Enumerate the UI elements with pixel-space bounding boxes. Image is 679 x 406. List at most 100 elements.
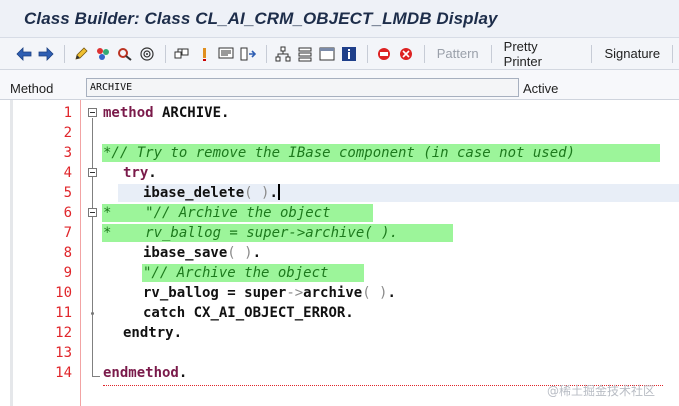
check-syntax-icon[interactable] [93, 43, 114, 65]
test-icon[interactable] [194, 43, 215, 65]
parens: ( ) [362, 285, 388, 301]
code-text: method ARCHIVE. [103, 103, 229, 123]
code-line: 12 endtry. [0, 323, 679, 343]
punctuation: . [269, 185, 278, 201]
code-line: 2 [0, 123, 679, 143]
pretty-printer-button[interactable]: Pretty Printer [498, 39, 586, 69]
line-number: 12 [55, 325, 72, 341]
fold-collapse-icon[interactable] [88, 208, 97, 217]
method-bar: Method ARCHIVE Active [0, 70, 679, 100]
keyword: catch [143, 305, 186, 321]
line-number: 10 [55, 285, 72, 301]
toolbar-separator [164, 44, 166, 63]
fold-marker-dot [91, 312, 94, 315]
code-text: ibase_save( ). [143, 243, 261, 263]
toolbar-separator [265, 44, 267, 63]
line-number: 7 [63, 225, 72, 241]
navigate-icon[interactable] [238, 43, 259, 65]
edit-pencil-icon[interactable] [71, 43, 92, 65]
parens: ( ) [227, 245, 253, 261]
code-line: 10 rv_ballog = super->archive( ). [0, 283, 679, 303]
hierarchy-icon[interactable] [273, 43, 294, 65]
stack-icon[interactable] [295, 43, 316, 65]
identifier: ARCHIVE. [153, 105, 230, 121]
identifier: super [244, 285, 287, 301]
keyword: try [123, 165, 149, 181]
comment-text: * rv_ballog = super->archive( ). [103, 225, 399, 241]
code-text: endtry. [123, 323, 182, 343]
line-number: 2 [63, 125, 72, 141]
toolbar-separator [423, 44, 425, 63]
signature-button[interactable]: Signature [598, 46, 666, 61]
line-number: 8 [63, 245, 72, 261]
line-number: 13 [55, 345, 72, 361]
method-status: Active [523, 81, 559, 96]
line-number: 5 [63, 185, 72, 201]
punctuation: . [148, 165, 157, 181]
identifier: CX_AI_OBJECT_ERROR. [185, 305, 354, 321]
code-text: endmethod. [103, 363, 187, 383]
code-line: 4 try. [0, 163, 679, 183]
line-number: 14 [55, 365, 72, 381]
code-line: 9 "// Archive the object [0, 263, 679, 283]
info-icon[interactable] [339, 43, 360, 65]
code-line: 7 * rv_ballog = super->archive( ). [0, 223, 679, 243]
code-line: 3 *// Try to remove the IBase component … [0, 143, 679, 163]
line-number: 4 [63, 165, 72, 181]
line-number: 3 [63, 145, 72, 161]
toolbar: Pattern Pretty Printer Signature [0, 38, 679, 70]
code-line: 8 ibase_save( ). [0, 243, 679, 263]
toolbar-separator [672, 44, 674, 63]
line-number: 11 [55, 305, 72, 321]
code-line: 11 catch CX_AI_OBJECT_ERROR. [0, 303, 679, 323]
window-icon[interactable] [317, 43, 338, 65]
other-object-icon[interactable] [172, 43, 193, 65]
keyword: method [103, 105, 154, 121]
punctuation: . [252, 245, 262, 261]
code-line: 6 * "// Archive the object [0, 203, 679, 223]
code-line: 1 method ARCHIVE. [0, 103, 679, 123]
identifier: archive [303, 285, 363, 301]
window-title: Class Builder: Class CL_AI_CRM_OBJECT_LM… [24, 8, 498, 28]
forward-icon[interactable] [36, 43, 57, 65]
toolbar-separator [591, 44, 593, 63]
comment-text: "// Archive the object [143, 265, 329, 281]
code-line: 13 [0, 343, 679, 363]
keyword: endtry [123, 325, 174, 341]
operator: = [218, 285, 245, 301]
toolbar-separator [366, 44, 368, 63]
parens: ( ) [244, 185, 270, 201]
identifier: ibase_delete [143, 185, 245, 201]
comment-text: * "// Archive the object [103, 205, 331, 221]
activate-icon[interactable] [115, 43, 136, 65]
line-number: 6 [63, 205, 72, 221]
arrow-operator: -> [286, 285, 304, 301]
breakpoint-icon[interactable] [396, 43, 417, 65]
code-line: 14 endmethod. [0, 363, 679, 383]
method-name-field[interactable]: ARCHIVE [86, 78, 519, 97]
fold-collapse-icon[interactable] [88, 168, 97, 177]
code-line-current: 5 ibase_delete( ). [0, 183, 679, 203]
code-editor[interactable]: 1 method ARCHIVE. 2 3 *// Try to remove … [0, 100, 679, 406]
punctuation: . [173, 325, 183, 341]
display-object-list-icon[interactable] [216, 43, 237, 65]
identifier: rv_ballog [143, 285, 219, 301]
code-text: catch CX_AI_OBJECT_ERROR. [143, 303, 354, 323]
fold-collapse-icon[interactable] [88, 108, 97, 117]
where-used-icon[interactable] [137, 43, 158, 65]
code-text: ibase_delete( ). [143, 183, 280, 203]
toolbar-separator [63, 44, 65, 63]
keyword: endmethod [103, 365, 179, 381]
text-caret [277, 184, 280, 200]
toolbar-separator [490, 44, 492, 63]
method-label: Method [10, 81, 54, 96]
identifier: ibase_save [143, 245, 228, 261]
insert-stop-icon[interactable] [374, 43, 395, 65]
back-icon[interactable] [14, 43, 35, 65]
pattern-button[interactable]: Pattern [431, 46, 485, 61]
punctuation: . [387, 285, 396, 301]
watermark-text: @稀土掘金技术社区 [547, 384, 656, 398]
line-number: 1 [63, 105, 72, 121]
comment-text: *// Try to remove the IBase component (i… [103, 145, 576, 161]
title-bar: Class Builder: Class CL_AI_CRM_OBJECT_LM… [0, 0, 679, 38]
